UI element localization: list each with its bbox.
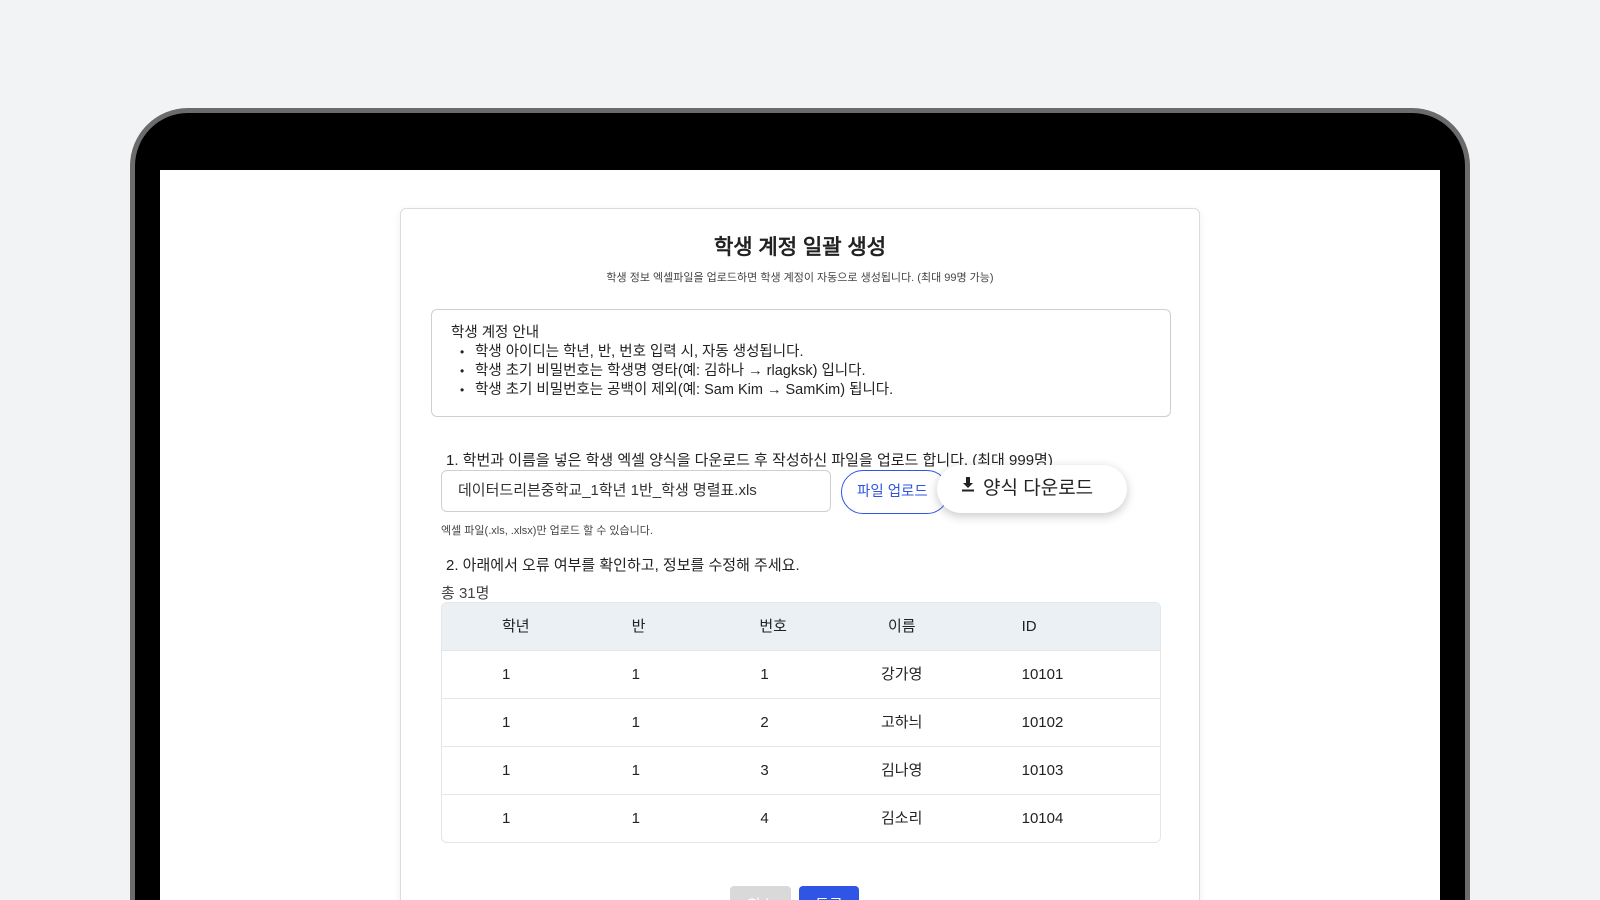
student-table: 학년 반 번호 이름 ID 1 1 1 강가영 10101 1 1 2 고하늬 …	[441, 602, 1161, 843]
dialog-title: 학생 계정 일괄 생성	[713, 236, 887, 259]
guide-item: 학생 아이디는 학년, 반, 번호 입력 시, 자동 생성됩니다.	[451, 343, 1170, 362]
step2-label: 2. 아래에서 오류 여부를 확인하고, 정보를 수정해 주세요.	[446, 557, 800, 574]
cell-id: 10102	[1021, 714, 1064, 731]
table-header-row: 학년 반 번호 이름 ID	[442, 603, 1160, 650]
cell-name[interactable]: 김나영	[836, 747, 966, 794]
table-row[interactable]: 1 1 4 김소리 10104	[442, 794, 1160, 842]
guide-item: 학생 초기 비밀번호는 공백이 제외(예: Sam Kim → SamKim) …	[451, 381, 1170, 400]
total-count: 총 31명	[441, 585, 490, 602]
file-name-field[interactable]: 데이터드리븐중학교_1학년 1반_학생 명렬표.xls	[441, 470, 831, 512]
header-number: 번호	[759, 618, 787, 635]
header-class: 반	[631, 618, 646, 635]
cell-grade[interactable]: 1	[442, 651, 574, 698]
download-icon	[961, 463, 975, 511]
cancel-button[interactable]: 취소	[730, 886, 791, 900]
table-row[interactable]: 1 1 1 강가영 10101	[442, 650, 1160, 698]
cell-class[interactable]: 1	[574, 747, 706, 794]
bulk-create-dialog: 학생 계정 일괄 생성 학생 정보 엑셀파일을 업로드하면 학생 계정이 자동으…	[400, 208, 1200, 900]
cell-number[interactable]: 3	[705, 747, 836, 794]
cell-grade[interactable]: 1	[442, 795, 574, 842]
template-download-button[interactable]: 양식 다운로드	[937, 465, 1127, 513]
guide-heading: 학생 계정 안내	[451, 325, 540, 341]
file-upload-button[interactable]: 파일 업로드	[841, 470, 949, 514]
cell-name[interactable]: 김소리	[836, 795, 966, 842]
header-grade: 학년	[502, 618, 530, 635]
guide-item: 학생 초기 비밀번호는 학생명 영타(예: 김하나 → rlagksk) 입니다…	[451, 362, 1170, 381]
cell-name[interactable]: 고하늬	[836, 699, 966, 746]
cell-id: 10103	[1021, 762, 1064, 779]
cell-class[interactable]: 1	[574, 795, 706, 842]
account-guide-box: 학생 계정 안내 학생 아이디는 학년, 반, 번호 입력 시, 자동 생성됩니…	[431, 309, 1171, 417]
table-row[interactable]: 1 1 3 김나영 10103	[442, 746, 1160, 794]
cell-number[interactable]: 2	[705, 699, 836, 746]
cell-grade[interactable]: 1	[442, 699, 574, 746]
cell-grade[interactable]: 1	[442, 747, 574, 794]
header-id: ID	[1021, 618, 1037, 635]
cell-class[interactable]: 1	[574, 651, 706, 698]
template-download-label: 양식 다운로드	[983, 478, 1094, 499]
device-screen: 학생 계정 일괄 생성 학생 정보 엑셀파일을 업로드하면 학생 계정이 자동으…	[160, 170, 1440, 900]
dialog-subtitle: 학생 정보 엑셀파일을 업로드하면 학생 계정이 자동으로 생성됩니다. (최대…	[606, 272, 994, 284]
table-row[interactable]: 1 1 2 고하늬 10102	[442, 698, 1160, 746]
submit-button[interactable]: 등록	[799, 886, 859, 900]
cell-name[interactable]: 강가영	[836, 651, 966, 698]
guide-list: 학생 아이디는 학년, 반, 번호 입력 시, 자동 생성됩니다. 학생 초기 …	[451, 343, 1170, 400]
upload-hint: 엑셀 파일(.xls, .xlsx)만 업로드 할 수 있습니다.	[441, 525, 653, 537]
cell-id: 10101	[1021, 666, 1064, 683]
cell-class[interactable]: 1	[574, 699, 706, 746]
cell-id: 10104	[1021, 810, 1064, 827]
cell-number[interactable]: 1	[705, 651, 836, 698]
cell-number[interactable]: 4	[705, 795, 836, 842]
header-name: 이름	[887, 618, 916, 635]
